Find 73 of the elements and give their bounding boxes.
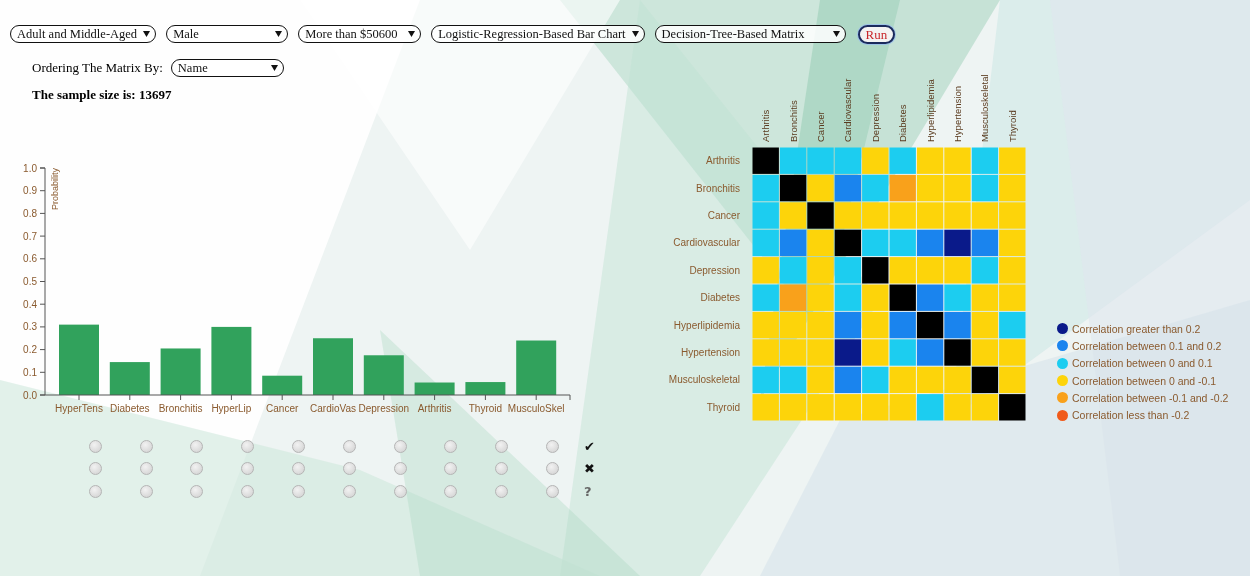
row-label: Thyroid (706, 401, 740, 413)
row-symbol: ✔ (583, 438, 595, 454)
tick-label: 0.4 (23, 298, 37, 310)
category-label: Bronchitis (158, 403, 203, 414)
bar (262, 375, 303, 395)
row-label: Hyperlipidemia (673, 319, 740, 331)
dropdown[interactable]: Male (166, 25, 289, 43)
column-label: Hyperlipidemia (924, 79, 936, 142)
caret-icon (270, 65, 278, 71)
category-label: MusculoSkel (507, 403, 565, 414)
caret-icon (143, 31, 151, 37)
bar (363, 355, 404, 395)
tick-label: 0.3 (23, 321, 37, 333)
bar (160, 348, 201, 395)
category-label: Arthritis (417, 403, 452, 414)
legend-label: Correlation less than -0.2 (1072, 409, 1190, 422)
column-label: Hypertension (952, 86, 963, 142)
column-label: Musculoskeletal (979, 74, 991, 142)
bar (516, 340, 557, 395)
category-label: HyperLip (211, 403, 252, 414)
row-label: Arthritis (706, 155, 740, 167)
dropdown[interactable]: Logistic-Regression-Based Bar Chart (431, 25, 645, 43)
column-label: Cancer (815, 111, 826, 142)
column-label: Cardiovascular (842, 78, 854, 142)
column-label: Thyroid (1006, 110, 1018, 142)
tick-label: 0.1 (23, 366, 37, 378)
row-label: Depression (689, 264, 740, 276)
legend-label: Correlation between 0 and -0.1 (1072, 374, 1217, 387)
sample-size-text: The sample size is: 13697 (32, 87, 173, 103)
dropdown[interactable]: Name (170, 59, 284, 77)
category-label: Thyroid (468, 403, 503, 414)
row-label: Diabetes (700, 292, 740, 304)
legend-label: Correlation between 0 and 0.1 (1072, 357, 1213, 370)
legend-label: Correlation between -0.1 and -0.2 (1072, 391, 1229, 404)
tick-label: 0.6 (23, 253, 37, 265)
row-symbol: ✖ (583, 461, 595, 477)
tick-label: 1.0 (23, 162, 37, 174)
row-label: Musculoskeletal (668, 374, 740, 386)
category-label: HyperTens (55, 403, 103, 414)
row-label: Cancer (707, 210, 740, 221)
tick-label: 0.2 (23, 344, 37, 356)
caret-icon (631, 31, 639, 37)
caret-icon (275, 31, 283, 37)
ordering-label: Ordering The Matrix By: (32, 60, 163, 76)
caret-icon (832, 31, 840, 37)
dropdown[interactable]: More than $50600 (298, 25, 422, 43)
column-label: Arthritis (760, 109, 772, 142)
row-label: Cardiovascular (673, 237, 740, 249)
dropdown[interactable]: Decision-Tree-Based Matrix (654, 25, 846, 43)
legend-label: Correlation between 0.1 and 0.2 (1072, 339, 1222, 352)
tick-label: 0.5 (23, 276, 37, 287)
column-label: Diabetes (897, 104, 909, 142)
column-label: Bronchitis (787, 100, 799, 142)
caret-icon (408, 31, 416, 37)
category-label: CardioVas (310, 403, 356, 414)
bar (59, 324, 99, 395)
row-symbol: ? (583, 483, 592, 499)
row-label: Bronchitis (696, 182, 740, 194)
category-label: Cancer (266, 403, 299, 414)
tick-label: 0.7 (23, 230, 37, 242)
row-label: Hypertension (681, 347, 740, 358)
axis-title: Probability (50, 168, 60, 211)
legend-label: Correlation greater than 0.2 (1072, 322, 1201, 335)
bar (211, 326, 252, 395)
tick-label: 0.8 (23, 207, 37, 219)
run-button[interactable]: Run (857, 24, 896, 44)
dropdown[interactable]: Adult and Middle-Aged (10, 25, 157, 43)
column-label: Depression (869, 93, 881, 142)
category-label: Diabetes (110, 403, 150, 414)
tick-label: 0.0 (23, 389, 37, 401)
bar (313, 338, 353, 395)
tick-label: 0.9 (23, 185, 37, 197)
category-label: Depression (358, 403, 410, 414)
